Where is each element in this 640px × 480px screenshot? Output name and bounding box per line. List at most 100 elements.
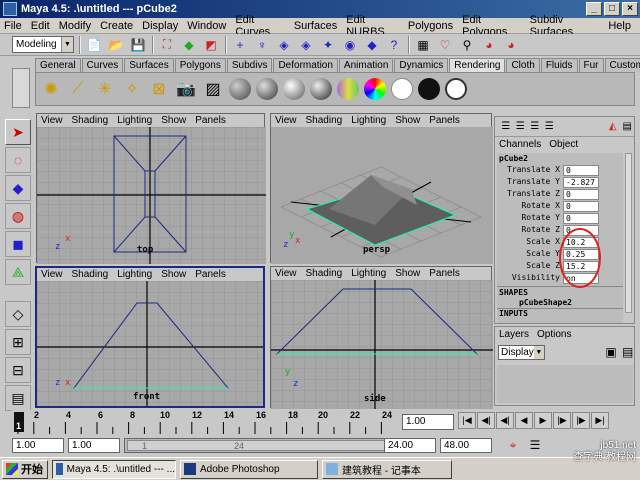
vp-menu-view[interactable]: View (275, 268, 297, 279)
current-frame-field[interactable]: 1.00 (402, 414, 454, 430)
shape-name[interactable]: pCubeShape2 (497, 297, 623, 308)
channel-value-field[interactable]: 0 (563, 200, 599, 212)
menu-display[interactable]: Display (142, 20, 178, 32)
move-tool-icon[interactable]: ◆ (5, 175, 31, 201)
select-misc-icon[interactable]: ? (385, 36, 403, 54)
vp-menu-shading[interactable]: Shading (306, 115, 343, 126)
options-menu-item[interactable]: Options (537, 329, 571, 340)
select-object-icon[interactable]: ◆ (180, 36, 198, 54)
animation-start-field[interactable]: 1.00 (12, 438, 64, 453)
scale-tool-icon[interactable]: ◼ (5, 231, 31, 257)
vp-menu-lighting[interactable]: Lighting (351, 115, 386, 126)
channel-value-field[interactable]: 0 (563, 188, 599, 200)
taskbar-item-notepad[interactable]: 建筑教程 - 记事本 (322, 459, 452, 479)
vp-menu-view[interactable]: View (41, 115, 63, 126)
select-deformations-icon[interactable]: ✦ (319, 36, 337, 54)
camera-icon[interactable]: 📷 (174, 76, 198, 102)
go-to-end-icon[interactable]: ▶| (591, 412, 609, 429)
snap-grid-icon[interactable]: ▦ (414, 36, 432, 54)
menu-help[interactable]: Help (608, 20, 631, 32)
material-blinn-icon[interactable] (255, 76, 279, 102)
viewport-canvas[interactable] (271, 127, 493, 264)
tool-settings-icon[interactable]: ◭ (606, 120, 620, 134)
material-phong-icon[interactable] (282, 76, 306, 102)
channel-box-scrollbar[interactable] (625, 153, 632, 313)
ambient-light-icon[interactable]: ✺ (39, 76, 63, 102)
taskbar-item-photoshop[interactable]: Adobe Photoshop (180, 459, 318, 479)
play-backwards-icon[interactable]: ◀ (515, 412, 533, 429)
layers-menu-item[interactable]: Layers (499, 329, 529, 340)
viewport-canvas[interactable] (37, 127, 266, 264)
menu-create[interactable]: Create (100, 20, 133, 32)
tab-subdivs[interactable]: Subdivs (226, 58, 273, 72)
animation-end-field[interactable]: 48.00 (440, 438, 492, 453)
menu-surfaces[interactable]: Surfaces (294, 20, 337, 32)
material-lambert-icon[interactable] (228, 76, 252, 102)
select-component-icon[interactable]: ◩ (202, 36, 220, 54)
select-surfaces-icon[interactable]: ◈ (297, 36, 315, 54)
manipulator-tool-icon[interactable]: ⟁ (5, 259, 31, 285)
vp-menu-show[interactable]: Show (161, 115, 186, 126)
vp-menu-lighting[interactable]: Lighting (351, 268, 386, 279)
new-layer-selected-icon[interactable]: ▤ (621, 343, 634, 361)
vp-menu-lighting[interactable]: Lighting (117, 269, 152, 280)
range-slider-handle[interactable]: 1 24 (127, 440, 393, 451)
maximize-button[interactable]: □ (604, 2, 620, 16)
vp-menu-shading[interactable]: Shading (72, 269, 109, 280)
object-menu[interactable]: Object (549, 139, 578, 150)
lasso-tool-icon[interactable]: ◌ (5, 147, 31, 173)
snap-point-icon[interactable]: ⚲ (458, 36, 476, 54)
vp-menu-view[interactable]: View (275, 115, 297, 126)
menu-modify[interactable]: Modify (59, 20, 91, 32)
select-rendering-icon[interactable]: ◆ (363, 36, 381, 54)
vp-menu-show[interactable]: Show (161, 269, 186, 280)
viewport-side[interactable]: View Shading Lighting Show Panels y z si… (270, 266, 493, 409)
new-layer-icon[interactable]: ▣ (605, 343, 618, 361)
step-forward-frame-icon[interactable]: |▶ (553, 412, 571, 429)
render-texture-icon[interactable]: ▨ (201, 76, 225, 102)
select-curves-icon[interactable]: ◈ (275, 36, 293, 54)
viewport-top[interactable]: View Shading Lighting Show Panels x z to… (36, 113, 266, 264)
vp-menu-panels[interactable]: Panels (429, 268, 460, 279)
select-tool-icon[interactable]: ➤ (5, 119, 31, 145)
go-to-start-icon[interactable]: |◀ (458, 412, 476, 429)
save-scene-icon[interactable]: 💾 (129, 36, 147, 54)
new-scene-icon[interactable]: 📄 (85, 36, 103, 54)
viewport-canvas[interactable] (37, 281, 263, 406)
vp-menu-shading[interactable]: Shading (72, 115, 109, 126)
material-black-icon[interactable] (417, 76, 441, 102)
select-joints-icon[interactable]: ♆ (253, 36, 271, 54)
menu-polygons[interactable]: Polygons (408, 20, 453, 32)
time-slider[interactable]: 1 2 4 6 8 10 12 14 16 18 20 22 24 (12, 410, 396, 434)
vp-menu-view[interactable]: View (41, 269, 63, 280)
layer-type-select[interactable]: Display ▼ (498, 344, 545, 360)
single-pane-layout-icon[interactable]: ◇ (5, 301, 31, 327)
vp-menu-panels[interactable]: Panels (429, 115, 460, 126)
channel-value-field[interactable]: 0 (563, 164, 599, 176)
tab-dynamics[interactable]: Dynamics (394, 58, 449, 72)
rotate-tool-icon[interactable]: ◍ (5, 203, 31, 229)
tab-curves[interactable]: Curves (81, 58, 124, 72)
play-forwards-icon[interactable]: ▶ (534, 412, 552, 429)
viewport-front[interactable]: View Shading Lighting Show Panels x z fr… (35, 266, 265, 408)
layer-editor-icon[interactable]: ☰ (514, 120, 528, 134)
tab-general[interactable]: General (35, 58, 81, 72)
toggle-panel-icon[interactable]: ▤ (621, 120, 635, 134)
directional-light-icon[interactable]: ⟋ (66, 76, 90, 102)
select-dynamics-icon[interactable]: ◉ (341, 36, 359, 54)
vp-menu-show[interactable]: Show (395, 268, 420, 279)
make-live-icon[interactable]: ◕ (502, 36, 520, 54)
channel-box-icon[interactable]: ☰ (499, 120, 513, 134)
menu-edit[interactable]: Edit (31, 20, 50, 32)
preferences-icon[interactable]: ☰ (526, 436, 544, 454)
menu-set-select[interactable]: Modeling ▼ (12, 36, 74, 53)
vp-menu-panels[interactable]: Panels (195, 115, 226, 126)
tab-rendering[interactable]: Rendering (449, 58, 506, 72)
shelf-menu-button[interactable] (12, 68, 30, 108)
two-pane-layout-icon[interactable]: ⊟ (5, 357, 31, 383)
tab-animation[interactable]: Animation (338, 58, 394, 72)
playback-start-field[interactable]: 1.00 (68, 438, 120, 453)
taskbar-item-maya[interactable]: Maya 4.5: .\untitled --- ... (52, 459, 176, 479)
step-back-key-icon[interactable]: ◀| (477, 412, 495, 429)
close-button[interactable]: × (622, 2, 638, 16)
